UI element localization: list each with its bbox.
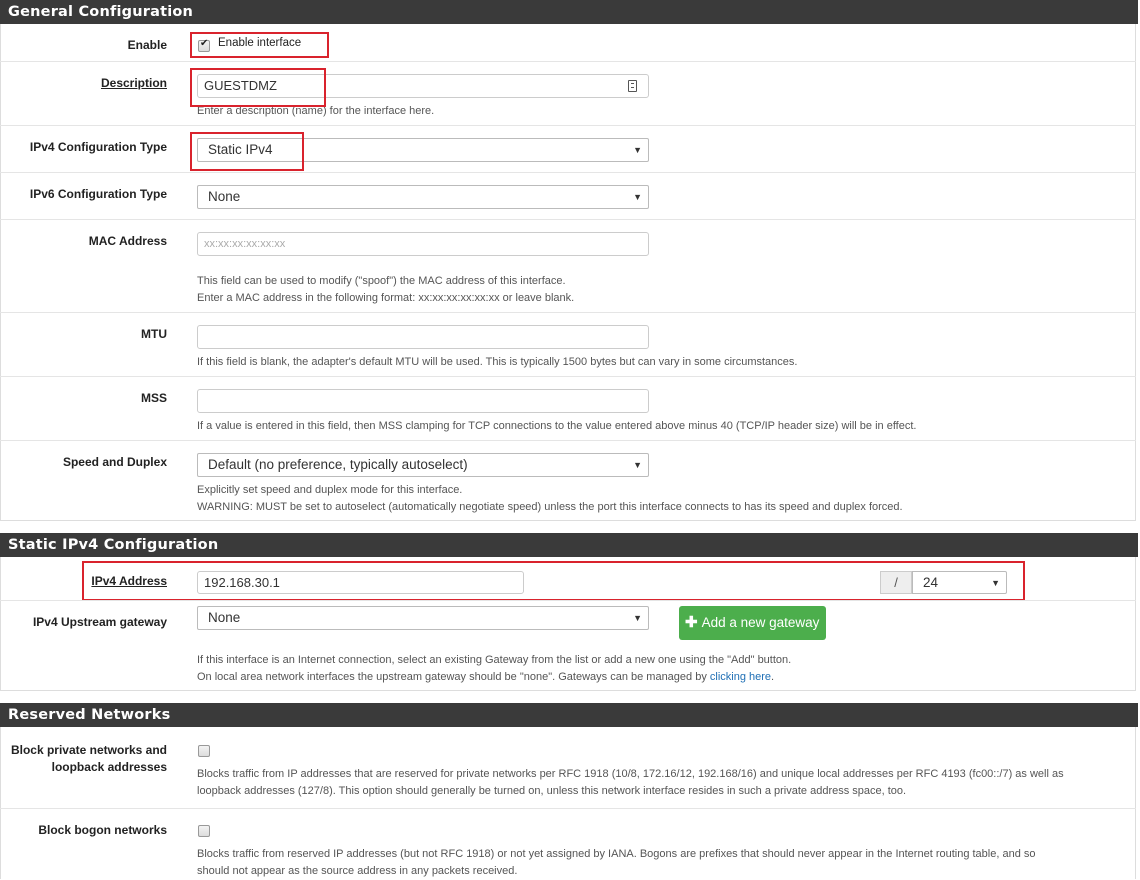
row-divider xyxy=(0,808,1136,809)
chevron-down-icon: ▼ xyxy=(633,613,642,623)
mac-help-2: Enter a MAC address in the following for… xyxy=(197,292,575,304)
block-private-help-2: loopback addresses (127/8). This option … xyxy=(197,785,907,797)
gateway-select[interactable]: None ▼ xyxy=(197,606,649,630)
block-bogon-help-2: should not appear as the source address … xyxy=(197,865,518,877)
row-divider xyxy=(0,440,1136,441)
highlight-description xyxy=(190,68,326,107)
highlight-ipv4-type xyxy=(190,132,304,171)
ipv4-type-label: IPv4 Configuration Type xyxy=(29,140,167,154)
mtu-input[interactable] xyxy=(197,325,649,349)
mss-input[interactable] xyxy=(197,389,649,413)
add-gateway-label: Add a new gateway xyxy=(701,615,820,630)
gateway-help-2-suffix: . xyxy=(771,671,775,683)
enable-label: Enable xyxy=(127,38,167,52)
block-private-label-1: Block private networks and xyxy=(10,743,167,757)
mac-input[interactable]: xx:xx:xx:xx:xx:xx xyxy=(197,232,649,256)
gateways-link[interactable]: clicking here xyxy=(710,671,771,683)
mac-placeholder: xx:xx:xx:xx:xx:xx xyxy=(204,238,286,250)
gateway-help-2-text: On local area network interfaces the ups… xyxy=(197,671,710,683)
gateway-label: IPv4 Upstream gateway xyxy=(32,615,167,629)
speed-duplex-value: Default (no preference, typically autose… xyxy=(208,457,468,472)
ipv6-type-label: IPv6 Configuration Type xyxy=(29,187,167,201)
row-divider xyxy=(0,312,1136,313)
mss-label: MSS xyxy=(140,391,167,405)
block-bogon-help-1: Blocks traffic from reserved IP addresse… xyxy=(197,848,1036,860)
mac-label: MAC Address xyxy=(88,234,167,248)
block-private-checkbox[interactable] xyxy=(198,745,210,757)
field-list-icon xyxy=(628,80,637,92)
panel-heading-static-ipv4: Static IPv4 Configuration xyxy=(0,533,1138,557)
speed-duplex-help-2: WARNING: MUST be set to autoselect (auto… xyxy=(197,501,903,513)
add-gateway-button[interactable]: ✚ Add a new gateway xyxy=(679,606,826,640)
speed-duplex-select[interactable]: Default (no preference, typically autose… xyxy=(197,453,649,477)
mss-help: If a value is entered in this field, the… xyxy=(197,420,917,432)
block-private-label-2: loopback addresses xyxy=(51,760,167,774)
row-divider xyxy=(0,600,1136,601)
chevron-down-icon: ▼ xyxy=(633,192,642,202)
gateway-help-1: If this interface is an Internet connect… xyxy=(197,654,792,666)
block-bogon-label: Block bogon networks xyxy=(38,823,167,837)
block-private-help-1: Blocks traffic from IP addresses that ar… xyxy=(197,768,1064,780)
row-divider xyxy=(0,125,1136,126)
chevron-down-icon: ▼ xyxy=(633,145,642,155)
ipv6-type-select[interactable]: None ▼ xyxy=(197,185,649,209)
row-divider xyxy=(0,376,1136,377)
gateway-help-2: On local area network interfaces the ups… xyxy=(197,669,774,686)
mtu-label: MTU xyxy=(141,327,167,341)
row-divider xyxy=(0,219,1136,220)
ipv6-type-value: None xyxy=(208,189,241,204)
plus-icon: ✚ xyxy=(685,614,698,631)
highlight-ipv4-address xyxy=(82,561,1025,601)
panel-heading-reserved: Reserved Networks xyxy=(0,703,1138,727)
panel-heading-general: General Configuration xyxy=(0,0,1138,24)
chevron-down-icon: ▼ xyxy=(633,460,642,470)
speed-duplex-help-1: Explicitly set speed and duplex mode for… xyxy=(197,484,463,496)
row-divider xyxy=(0,172,1136,173)
description-label: Description xyxy=(100,76,167,90)
panel-general xyxy=(0,24,1136,521)
block-bogon-checkbox[interactable] xyxy=(198,825,210,837)
mtu-help: If this field is blank, the adapter's de… xyxy=(197,356,798,368)
gateway-value: None xyxy=(208,610,241,625)
mac-help-1: This field can be used to modify ("spoof… xyxy=(197,275,566,287)
highlight-enable xyxy=(190,32,329,58)
row-divider xyxy=(0,61,1136,62)
speed-duplex-label: Speed and Duplex xyxy=(62,455,167,469)
